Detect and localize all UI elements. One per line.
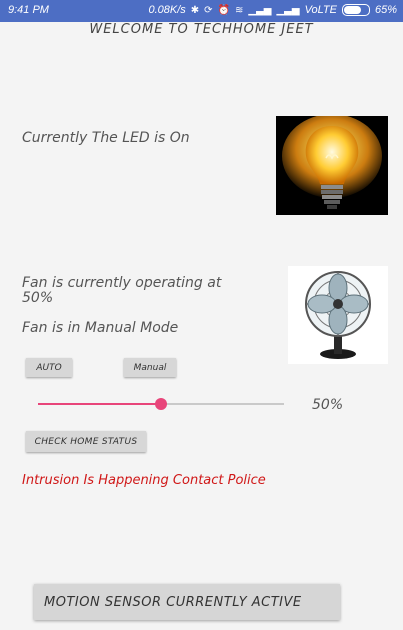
page-title: WELCOME TO TECHHOME JEET <box>89 22 314 37</box>
sync-icon: ⟳ <box>204 4 213 16</box>
signal-icon: ▁▃▅ <box>248 4 272 16</box>
wifi-icon: ≋ <box>235 4 244 16</box>
fan-mode-text: Fan is in Manual Mode <box>22 320 179 336</box>
fan-status-text: Fan is currently operating at 50% <box>22 275 222 306</box>
fan-speed-slider[interactable] <box>38 396 284 412</box>
manual-button[interactable]: Manual <box>124 358 176 377</box>
network-type: VoLTE <box>304 4 337 16</box>
slider-value: 50% <box>312 397 344 413</box>
lightbulb-icon <box>276 114 388 215</box>
status-indicators: 0.08K/s ✱ ⟳ ⏰ ≋ ▁▃▅ ▁▃▅ VoLTE 65% <box>148 4 397 16</box>
motion-sensor-status[interactable]: MOTION SENSOR CURRENTLY ACTIVE <box>34 584 340 620</box>
slider-active-track <box>38 403 161 405</box>
led-status-text: Currently The LED is On <box>22 130 190 146</box>
bluetooth-icon: ✱ <box>190 4 200 16</box>
battery-percent: 65% <box>374 4 397 16</box>
battery-fill <box>343 6 361 14</box>
status-time: 9:41 PM <box>8 4 49 16</box>
signal-icon-2: ▁▃▅ <box>276 4 300 16</box>
slider-thumb[interactable] <box>155 398 167 410</box>
fan-icon <box>288 266 388 364</box>
check-home-status-button[interactable]: CHECK HOME STATUS <box>26 431 146 452</box>
status-bar: 9:41 PM 0.08K/s ✱ ⟳ ⏰ ≋ ▁▃▅ ▁▃▅ VoLTE 65… <box>0 0 403 22</box>
intrusion-alert: Intrusion Is Happening Contact Police <box>22 473 266 488</box>
battery-icon <box>341 4 370 16</box>
auto-button[interactable]: AUTO <box>26 358 72 377</box>
network-speed: 0.08K/s <box>148 4 186 16</box>
alarm-icon: ⏰ <box>217 4 231 16</box>
